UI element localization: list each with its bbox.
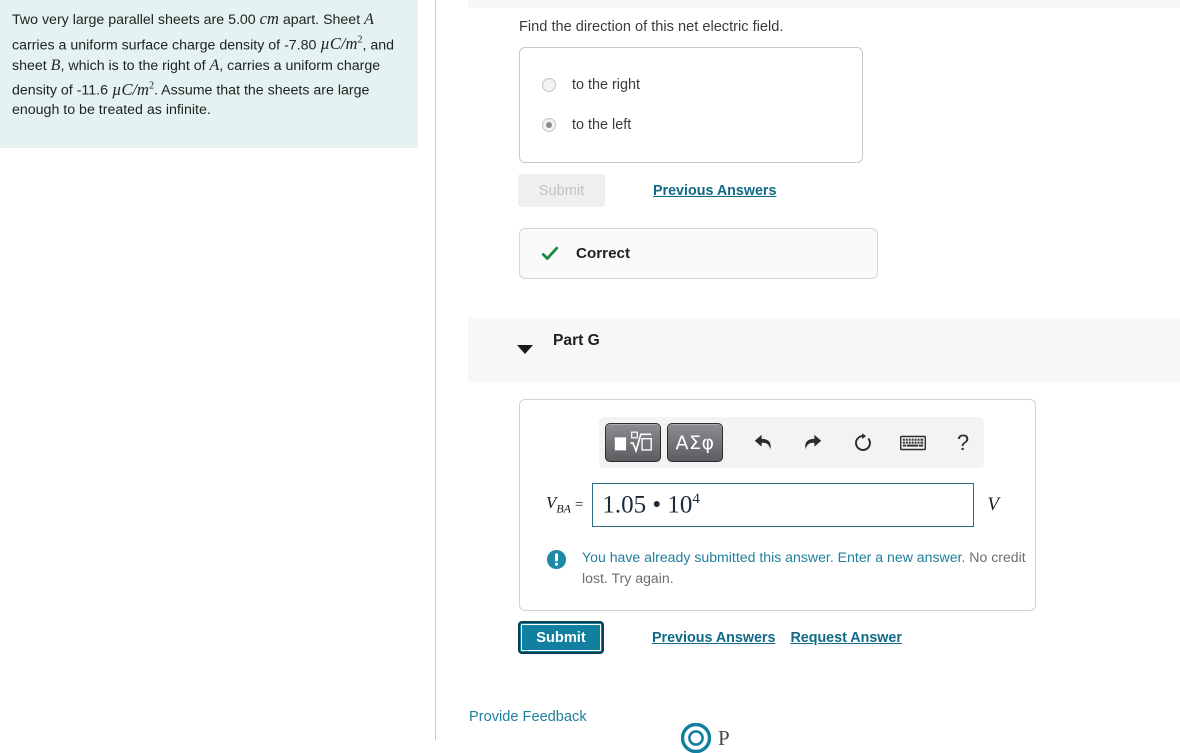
part-g-section-header[interactable]: Part G	[468, 318, 1180, 382]
answer-warning-message: You have already submitted this answer. …	[546, 547, 1026, 589]
radio-option-to-the-left[interactable]: to the left	[542, 117, 631, 133]
check-icon	[541, 246, 559, 260]
problem-statement-panel: Two very large parallel sheets are 5.00 …	[0, 0, 418, 148]
problem-sigma-unit-b: µC/m2	[111, 79, 155, 99]
radio-indicator-to-the-left[interactable]	[542, 118, 556, 132]
math-template-icon[interactable]	[605, 423, 661, 462]
part-g-answer-card: ΑΣφ ? VBA = 1.05 • 104 V You have alread…	[519, 399, 1036, 611]
part-f-submit-button: Submit	[518, 174, 605, 207]
part-g-request-answer-link[interactable]: Request Answer	[790, 630, 902, 646]
problem-sheet-b: B	[50, 56, 61, 74]
answer-equals-sign: =	[574, 496, 584, 513]
problem-sigma-b-value: -11.6	[76, 82, 108, 99]
answer-unit-label: V	[987, 494, 999, 515]
part-f-feedback-banner: Correct	[519, 228, 878, 279]
provide-feedback-link[interactable]: Provide Feedback	[469, 709, 587, 725]
redo-arrow-glyph	[805, 434, 822, 449]
problem-line2-post: carries a uniform surface charge density…	[12, 37, 281, 54]
part-f-action-row: Submit Previous Answers	[518, 174, 776, 207]
undo-arrow-glyph	[754, 434, 771, 449]
part-g-title: Part G	[553, 332, 600, 349]
reset-circular-arrow-glyph	[855, 432, 871, 451]
problem-line3-post: , which is to the right of	[60, 57, 206, 74]
keyboard-glyph	[900, 435, 926, 450]
problem-line5-post: . Assume that the sheets are large	[154, 82, 370, 99]
answer-input[interactable]: 1.05 • 104	[592, 483, 975, 527]
help-button[interactable]: ?	[945, 426, 981, 460]
math-editor-toolbar: ΑΣφ ?	[599, 417, 984, 468]
radio-label-to-the-right: to the right	[572, 77, 640, 93]
greek-symbols-button[interactable]: ΑΣφ	[667, 423, 723, 462]
problem-line1-post: apart.	[278, 12, 320, 28]
part-g-action-row: Submit Previous Answers Request Answer	[518, 621, 902, 654]
math-template-glyph	[614, 431, 652, 453]
redo-arrow-icon[interactable]	[795, 426, 831, 460]
answer-variable-label: VBA	[546, 493, 571, 516]
answer-warning-line1: You have already submitted this answer. …	[582, 549, 966, 565]
problem-line4-a: A	[209, 56, 220, 74]
problem-unit-cm: cm	[259, 9, 279, 28]
radio-option-to-the-right[interactable]: to the right	[542, 77, 640, 93]
problem-line6: enough to be treated as infinite.	[12, 102, 211, 119]
part-f-radio-group: to the right to the left	[519, 47, 863, 163]
problem-sheet-a: A	[364, 11, 374, 28]
part-f-prompt: Find the direction of this net electric …	[519, 19, 784, 35]
chevron-down-icon[interactable]	[517, 345, 533, 354]
assignment-content-column: Find the direction of this net electric …	[436, 0, 1180, 753]
radio-indicator-to-the-right[interactable]	[542, 78, 556, 92]
problem-statement-text: Two very large parallel sheets are 5.00 …	[12, 9, 406, 121]
problem-sigma-a-value: -7.80	[284, 37, 317, 54]
reset-circular-arrow-icon[interactable]	[845, 426, 881, 460]
part-g-previous-answers-link[interactable]: Previous Answers	[652, 630, 775, 646]
problem-line1-pre: Two very large parallel sheets are 5.00	[12, 12, 260, 28]
radio-label-to-the-left: to the left	[572, 117, 632, 133]
exclamation-circle-icon	[546, 549, 567, 570]
answer-input-value: 1.05 • 104	[602, 491, 700, 519]
part-f-previous-answers-link[interactable]: Previous Answers	[653, 183, 776, 199]
part-g-submit-button[interactable]: Submit	[518, 621, 604, 654]
answer-warning-text: You have already submitted this answer. …	[582, 547, 1026, 589]
brand-name-text: P	[718, 725, 730, 750]
part-f-feedback-status: Correct	[576, 245, 631, 262]
problem-sigma-unit-a: µC/m2	[320, 34, 363, 54]
brand-logo: P	[681, 723, 730, 753]
undo-arrow-icon[interactable]	[745, 426, 781, 460]
problem-line2-pre: Sheet	[323, 12, 365, 28]
answer-input-row: VBA = 1.05 • 104 V	[520, 483, 1037, 527]
keyboard-icon[interactable]	[895, 426, 931, 460]
pearson-logo-icon	[681, 723, 711, 753]
